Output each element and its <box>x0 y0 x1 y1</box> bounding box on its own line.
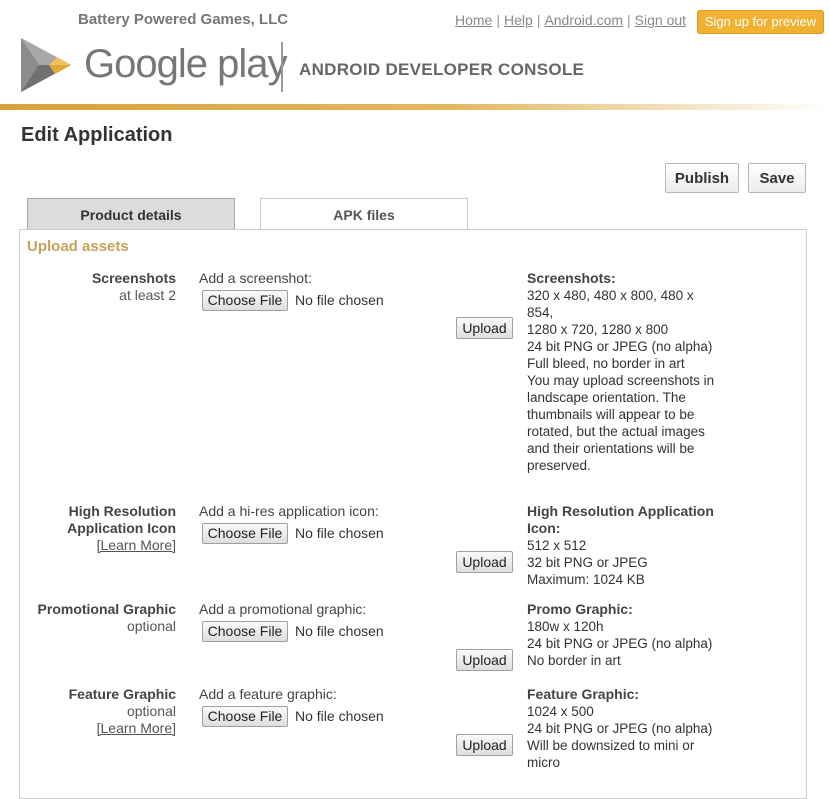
sign-out-link[interactable]: Sign out <box>635 12 686 28</box>
help-link[interactable]: Help <box>504 12 533 28</box>
asset-label: High Resolution <box>68 503 176 519</box>
tab-apk-files[interactable]: APK files <box>260 198 468 230</box>
asset-label: Screenshots <box>91 270 176 286</box>
feature-graphic-label: Feature Graphic optional [Learn More] <box>69 686 176 737</box>
feature-graphic-choose-file-button[interactable]: Choose File <box>202 706 288 727</box>
asset-sublabel: optional <box>126 703 176 719</box>
learn-more-link[interactable]: [Learn More] <box>97 537 176 553</box>
top-links: Home | Help | Android.com | Sign out <box>455 12 686 28</box>
screenshot-prompt: Add a screenshot: <box>199 270 312 286</box>
info-line: Will be downsized to mini or <box>527 738 695 753</box>
asset-sublabel: optional <box>126 618 176 634</box>
info-line: 24 bit PNG or JPEG (no alpha) <box>527 339 713 354</box>
feature-graphic-requirements: Feature Graphic: 1024 x 500 24 bit PNG o… <box>527 686 727 771</box>
info-line: 512 x 512 <box>527 538 587 553</box>
screenshot-upload-button[interactable]: Upload <box>456 317 513 339</box>
hi-res-icon-choose-file-button[interactable]: Choose File <box>202 523 288 544</box>
info-line: 32 bit PNG or JPEG <box>527 555 648 570</box>
save-button[interactable]: Save <box>748 163 806 193</box>
promo-graphic-requirements: Promo Graphic: 180w x 120h 24 bit PNG or… <box>527 601 727 669</box>
info-line: 24 bit PNG or JPEG (no alpha) <box>527 636 713 651</box>
google-play-logo-text: Google play <box>84 42 287 86</box>
android-com-link[interactable]: Android.com <box>544 12 623 28</box>
info-line: 1024 x 500 <box>527 704 594 719</box>
promo-graphic-prompt: Add a promotional graphic: <box>199 601 367 617</box>
screenshot-requirements: Screenshots: 320 x 480, 480 x 800, 480 x… <box>527 270 727 474</box>
info-title: Promo Graphic: <box>527 601 633 617</box>
link-separator: | <box>627 12 631 28</box>
info-line: and their orientations will be <box>527 441 695 456</box>
info-line: preserved. <box>527 458 591 473</box>
info-line: rotated, but the actual images <box>527 424 705 439</box>
learn-more-link[interactable]: [Learn More] <box>97 720 176 736</box>
page-title: Edit Application <box>21 124 173 146</box>
info-line: 320 x 480, 480 x 800, 480 x <box>527 288 694 303</box>
hi-res-icon-requirements: High Resolution Application Icon: 512 x … <box>527 503 727 588</box>
asset-sublabel: at least 2 <box>119 287 176 303</box>
signup-preview-button[interactable]: Sign up for preview <box>697 10 824 34</box>
asset-label: Promotional Graphic <box>37 601 176 617</box>
header-rule <box>0 104 829 110</box>
developer-name: Battery Powered Games, LLC <box>78 11 289 28</box>
info-line: No border in art <box>527 653 621 668</box>
screenshot-choose-file-button[interactable]: Choose File <box>202 290 288 311</box>
info-line: Full bleed, no border in art <box>527 356 685 371</box>
hi-res-icon-file-status: No file chosen <box>295 525 384 541</box>
link-separator: | <box>496 12 500 28</box>
info-line: 24 bit PNG or JPEG (no alpha) <box>527 721 713 736</box>
asset-label-line2: Application Icon <box>67 520 176 536</box>
section-title: Upload assets <box>27 238 129 255</box>
feature-graphic-prompt: Add a feature graphic: <box>199 686 337 702</box>
asset-label: Feature Graphic <box>68 686 176 702</box>
feature-graphic-upload-button[interactable]: Upload <box>456 734 513 756</box>
info-title: High Resolution Application <box>527 503 714 519</box>
promo-graphic-file-status: No file chosen <box>295 623 384 639</box>
promo-graphic-label: Promotional Graphic optional <box>38 601 176 635</box>
promo-graphic-choose-file-button[interactable]: Choose File <box>202 621 288 642</box>
info-line: Maximum: 1024 KB <box>527 572 645 587</box>
info-line: 180w x 120h <box>527 619 604 634</box>
info-title-line2: Icon: <box>527 520 561 536</box>
screenshot-file-status: No file chosen <box>295 292 384 308</box>
console-title: ANDROID DEVELOPER CONSOLE <box>299 60 585 79</box>
info-title: Feature Graphic: <box>527 686 640 702</box>
publish-button[interactable]: Publish <box>665 163 739 193</box>
info-title: Screenshots: <box>527 270 616 286</box>
hi-res-icon-prompt: Add a hi-res application icon: <box>199 503 379 519</box>
info-line: 854, <box>527 305 554 320</box>
link-separator: | <box>536 12 541 28</box>
info-line: 1280 x 720, 1280 x 800 <box>527 322 669 337</box>
screenshots-label: Screenshots at least 2 <box>92 270 176 304</box>
tab-product-details[interactable]: Product details <box>27 198 235 230</box>
hi-res-icon-label: High Resolution Application Icon [Learn … <box>67 503 176 554</box>
logo-divider <box>281 42 283 92</box>
google-play-logo-icon <box>19 36 73 99</box>
promo-graphic-upload-button[interactable]: Upload <box>456 649 513 671</box>
info-line: micro <box>527 755 560 770</box>
info-line: You may upload screenshots in <box>527 373 715 388</box>
info-line: landscape orientation. The <box>527 390 686 405</box>
feature-graphic-file-status: No file chosen <box>295 708 384 724</box>
info-line: thumbnails will appear to be <box>527 407 695 422</box>
home-link[interactable]: Home <box>455 12 492 28</box>
top-bar: Battery Powered Games, LLC Home | Help | And… <box>0 0 829 40</box>
hi-res-icon-upload-button[interactable]: Upload <box>456 551 513 573</box>
